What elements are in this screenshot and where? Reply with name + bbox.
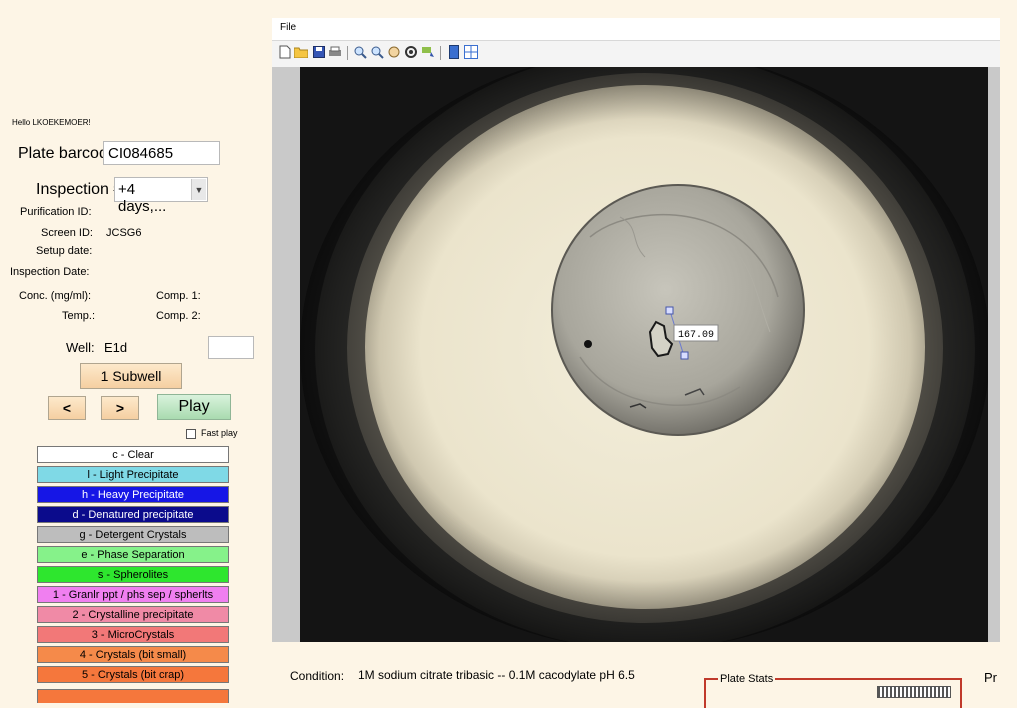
grid-icon[interactable] [464,45,478,59]
zoom-in-icon[interactable] [353,45,367,59]
play-button[interactable]: Play [157,394,231,420]
conc-label: Conc. (mg/ml): [19,290,92,302]
setup-date-label: Setup date: [36,245,93,257]
category-button[interactable]: 5 - Crystals (bit crap) [37,666,229,683]
left-panel: Hello LKOEKEMOER! Plate barcode: CI08468… [0,0,270,703]
comp1-label: Comp. 1: [156,290,201,302]
truncated-label: Pr [984,670,997,685]
measure-handle-end [680,351,689,360]
screen-id-label: Screen ID: [41,227,93,239]
category-button[interactable]: h - Heavy Precipitate [37,486,229,503]
plate-stats-title: Plate Stats [718,673,776,685]
chevron-down-icon[interactable]: ▼ [191,179,206,200]
category-button[interactable]: 1 - Granlr ppt / phs sep / spherlts [37,586,229,603]
new-icon[interactable] [278,45,292,59]
screen-id-value: JCSG6 [106,227,142,239]
well-photo: 167.09 [300,67,988,642]
comp2-label: Comp. 2: [156,310,201,322]
panel-icon[interactable] [447,45,461,59]
print-icon[interactable] [328,45,342,59]
category-button[interactable]: e - Phase Separation [37,546,229,563]
rotate-icon[interactable] [404,45,418,59]
category-button[interactable]: 4 - Crystals (bit small) [37,646,229,663]
category-button[interactable]: s - Spherolites [37,566,229,583]
plate-barcode-input[interactable]: CI084685 [103,141,220,165]
previous-button[interactable]: < [48,396,86,420]
category-button[interactable]: 2 - Crystalline precipitate [37,606,229,623]
category-button[interactable]: c - Clear [37,446,229,463]
category-button[interactable]: 3 - MicroCrystals [37,626,229,643]
inspection-date-label: Inspection Date: [10,266,90,278]
temp-label: Temp.: [62,310,96,322]
well-value: E1d [104,340,128,355]
measurement-label: 167.09 [678,330,714,341]
well-label: Well: [66,340,95,355]
well-image[interactable]: 167.09 [300,67,988,642]
inspection-select[interactable]: +4 days,... ▼ [114,177,208,215]
plate-stats-bar [877,686,951,698]
measure-icon[interactable] [421,45,435,59]
toolbar-separator [347,46,348,60]
well-input[interactable] [208,336,254,359]
next-button[interactable]: > [101,396,139,420]
save-icon[interactable] [312,45,326,59]
condition-label: Condition: [290,669,345,683]
inspection-select-value: +4 days,... [118,181,167,215]
category-button[interactable]: g - Detergent Crystals [37,526,229,543]
greeting-text: Hello LKOEKEMOER! [12,118,91,127]
category-button-partial[interactable] [37,689,229,703]
menu-file[interactable]: File [280,22,296,33]
toolbar-separator [440,46,441,60]
purification-id-label: Purification ID: [20,206,92,218]
pan-hand-icon[interactable] [387,45,401,59]
fast-play-checkbox[interactable] [186,429,196,439]
measure-handle-start [665,306,674,315]
toolbar [272,40,1000,68]
bottom-panel: Condition: 1M sodium citrate tribasic --… [272,642,1017,708]
condition-value: 1M sodium citrate tribasic -- 0.1M cacod… [358,668,635,682]
category-button[interactable]: l - Light Precipitate [37,466,229,483]
open-folder-icon[interactable] [294,45,308,59]
zoom-out-icon[interactable] [370,45,384,59]
fast-play-label: Fast play [201,428,238,438]
menu-bar: File [272,18,1000,40]
category-button[interactable]: d - Denatured precipitate [37,506,229,523]
subwell-button[interactable]: 1 Subwell [80,363,182,389]
